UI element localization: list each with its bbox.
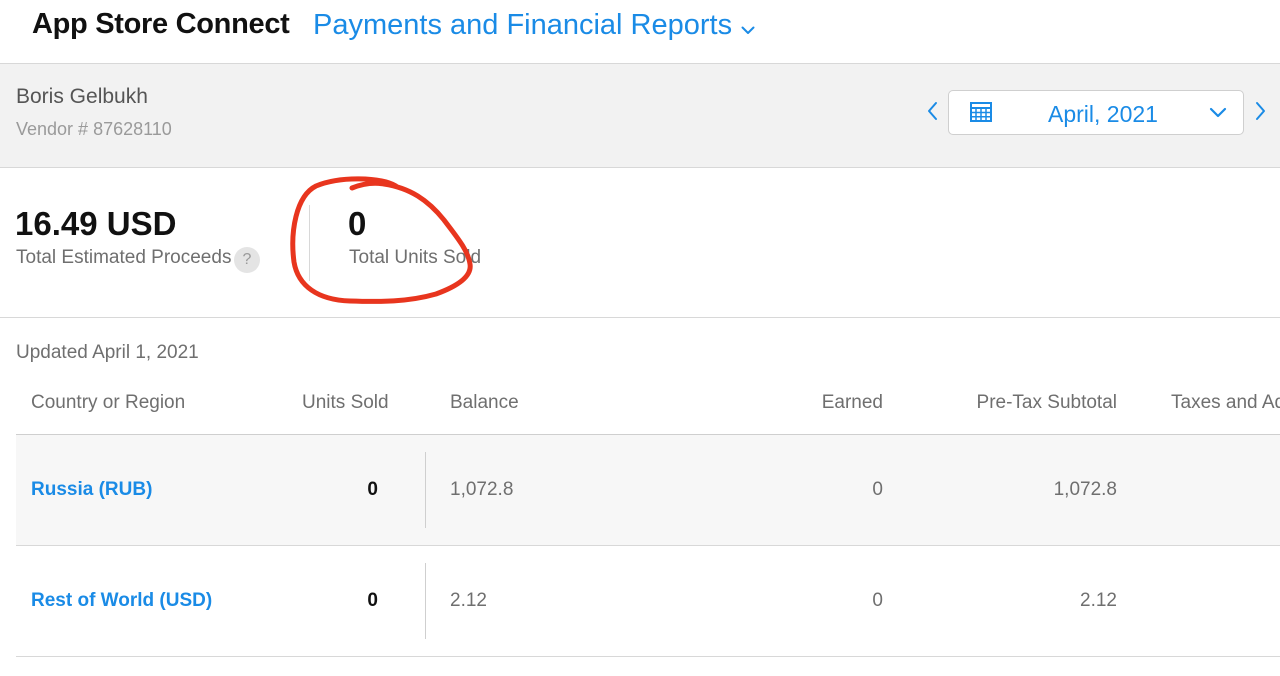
- top-bar: App Store Connect Payments and Financial…: [0, 0, 1280, 64]
- units-cell: 0: [367, 590, 378, 611]
- section-title: Payments and Financial Reports: [313, 9, 733, 41]
- red-circle-annotation: [290, 176, 473, 304]
- section-menu[interactable]: Payments and Financial Reports: [313, 8, 755, 43]
- balance-cell: 1,072.8: [450, 479, 514, 500]
- proceeds-value: 16.49 USD: [15, 205, 177, 242]
- country-link[interactable]: Rest of World (USD): [31, 590, 212, 612]
- table-row: Russia (RUB) 0 1,072.8 0 1,072.8: [16, 435, 1280, 546]
- col-header-earned: Earned: [821, 392, 883, 413]
- period-picker[interactable]: April, 2021: [948, 90, 1244, 135]
- country-link[interactable]: Russia (RUB): [31, 479, 152, 501]
- section-divider: [0, 317, 1280, 318]
- vendor-band: Boris Gelbukh Vendor # 87628110 April, 2…: [0, 64, 1280, 168]
- column-separator: [425, 452, 426, 528]
- help-icon[interactable]: ?: [234, 247, 260, 273]
- earned-cell: 0: [872, 479, 883, 500]
- vendor-number: Vendor # 87628110: [16, 119, 172, 139]
- chevron-right-icon[interactable]: [1251, 100, 1269, 122]
- vendor-name: Boris Gelbukh: [16, 85, 148, 108]
- proceeds-label: Total Estimated Proceeds: [16, 247, 232, 268]
- app-title: App Store Connect: [32, 8, 290, 40]
- units-cell: 0: [367, 479, 378, 500]
- table-row: Rest of World (USD) 0 2.12 0 2.12: [16, 546, 1280, 657]
- earned-cell: 0: [872, 590, 883, 611]
- pretax-cell: 1,072.8: [1053, 479, 1117, 500]
- col-header-country: Country or Region: [31, 392, 186, 413]
- balance-cell: 2.12: [450, 590, 487, 611]
- pretax-cell: 2.12: [1080, 590, 1117, 611]
- col-header-units: Units Sold: [302, 392, 389, 413]
- chevron-left-icon[interactable]: [924, 100, 942, 122]
- chevron-down-icon: [1208, 106, 1228, 120]
- updated-date: Updated April 1, 2021: [16, 342, 199, 363]
- col-header-pretax: Pre-Tax Subtotal: [976, 392, 1117, 413]
- column-separator: [425, 563, 426, 639]
- col-header-balance: Balance: [450, 392, 519, 413]
- col-header-taxes: Taxes and Adj: [1171, 392, 1280, 413]
- chevron-down-icon: [741, 10, 755, 43]
